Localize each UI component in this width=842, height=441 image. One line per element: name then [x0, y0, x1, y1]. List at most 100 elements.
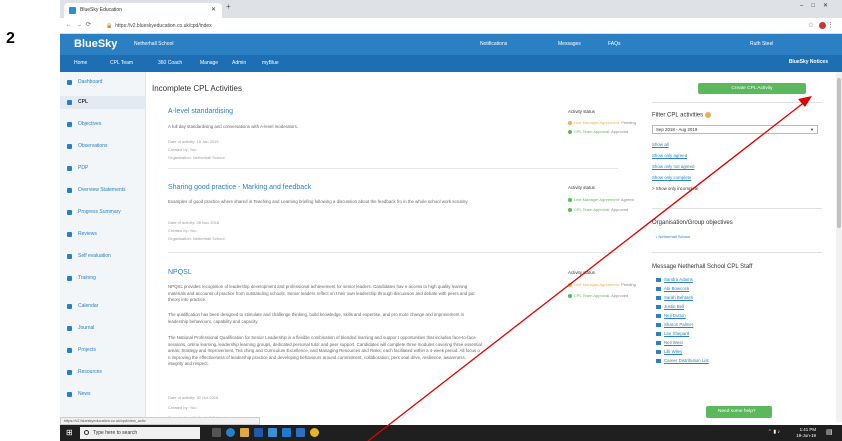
new-tab-button[interactable]: + [226, 2, 231, 11]
activity-title[interactable]: Sharing good practice - Marking and feed… [168, 184, 311, 191]
activity-description: NPQSL provides recognition of leadership… [168, 284, 475, 303]
scrollbar-thumb[interactable] [837, 78, 841, 228]
sidebar-item-dashboard[interactable]: Dashboard [60, 76, 146, 89]
filter-show-all[interactable]: Show all [652, 142, 669, 147]
sidebar-item-news[interactable]: News [60, 388, 146, 401]
objective-link[interactable]: • Netherhall School [656, 234, 690, 239]
sidebar: Dashboard CPL Objectives Observations PD… [60, 72, 146, 422]
sidebar-item-label: Objectives [78, 121, 102, 127]
nav-item-myblue[interactable]: myBlue [262, 60, 279, 66]
taskbar-clock[interactable]: 1:41 PM 19-Jun-19 [796, 427, 816, 439]
url-field[interactable]: 🔒 https://v2.blueskyeducation.co.uk/cpd/i… [106, 21, 786, 31]
user-menu[interactable]: Ruth Steel [750, 41, 773, 47]
messages-link[interactable]: Messages [558, 41, 581, 47]
school-name: Netherhall School [134, 41, 174, 47]
extension-icon[interactable] [819, 22, 826, 29]
sidebar-item-label: PDP [78, 165, 89, 171]
nav-item-cpl-team[interactable]: CPL Team [110, 60, 133, 66]
window-controls[interactable]: –□✕ [800, 2, 836, 9]
filter-show-agreed[interactable]: Show only agreed [652, 153, 687, 158]
windows-taskbar: ⊞ Type here to search ⌃ ▮ ♪ 1:41 PM 19-Ju… [60, 425, 842, 441]
sidebar-item-self-evaluation[interactable]: Self evaluation [60, 250, 146, 263]
store-icon[interactable] [254, 428, 263, 437]
envelope-icon [656, 322, 661, 327]
activity-description: The qualification has been designed to s… [168, 312, 465, 324]
bookmark-star-icon[interactable]: ☆ [808, 21, 814, 29]
browser-nav-icons[interactable]: ←→⟳ [66, 21, 95, 28]
staff-link[interactable]: Lee Shepard [656, 331, 689, 336]
news-icon [67, 392, 72, 397]
staff-link[interactable]: Career Distribution List [656, 358, 709, 363]
taskbar-search[interactable]: Type here to search [80, 427, 200, 439]
page-scrollbar[interactable] [836, 72, 842, 422]
notification-center-icon[interactable]: ▤ [826, 428, 836, 437]
browser-menu-icon[interactable]: ⋮ [827, 21, 834, 29]
sidebar-item-training[interactable]: Training [60, 272, 146, 285]
staff-link[interactable]: Neil West [656, 340, 683, 345]
activity-created-by: Created by: You [168, 405, 197, 410]
windows-start-icon[interactable]: ⊞ [66, 429, 74, 437]
status-heading: Activity status [568, 270, 595, 275]
sidebar-item-calendar[interactable]: Calendar [60, 300, 146, 313]
chrome-icon[interactable] [310, 428, 319, 437]
sidebar-item-overview-statements[interactable]: Overview Statements [60, 184, 146, 197]
sidebar-item-pdp[interactable]: PDP [60, 162, 146, 175]
browser-window: BlueSky Education ✕ + –□✕ ←→⟳ 🔒 https://v… [60, 0, 842, 441]
sidebar-item-objectives[interactable]: Objectives [60, 118, 146, 131]
activity-organisation: Organisation: Netherhall School [168, 236, 225, 241]
taskbar-search-placeholder: Type here to search [93, 430, 138, 436]
dashboard-icon [67, 80, 72, 85]
pending-icon [568, 120, 572, 125]
staff-link[interactable]: Sandra Adams [656, 277, 693, 282]
sidebar-item-reviews[interactable]: Reviews [60, 228, 146, 241]
close-tab-icon[interactable]: ✕ [211, 3, 216, 18]
filter-show-incomplete[interactable]: > Show only incomplete [652, 186, 699, 191]
sidebar-item-cpl[interactable]: CPL [60, 96, 146, 109]
task-view-icon[interactable] [212, 428, 221, 437]
sidebar-item-label: Self evaluation [78, 253, 111, 259]
system-tray-icons[interactable]: ⌃ ▮ ♪ [768, 429, 780, 435]
staff-link[interactable]: Sharon Palmer [656, 322, 693, 327]
envelope-icon [656, 295, 661, 300]
url-text: https://v2.blueskyeducation.co.uk/cpd/in… [115, 23, 212, 29]
envelope-icon [656, 277, 661, 282]
approved-icon [568, 293, 572, 298]
sidebar-item-progress-summary[interactable]: Progress Summary [60, 206, 146, 219]
bluesky-notices-link[interactable]: BlueSky Notices [789, 59, 828, 65]
word-icon[interactable] [296, 428, 305, 437]
filter-show-not-agreed[interactable]: Show only not agreed [652, 164, 694, 169]
sidebar-item-observations[interactable]: Observations [60, 140, 146, 153]
staff-link[interactable]: Abi Bowcock [656, 286, 689, 291]
sidebar-item-projects[interactable]: Projects [60, 344, 146, 357]
nav-item-home[interactable]: Home [74, 60, 87, 66]
envelope-icon [656, 331, 661, 336]
help-icon[interactable] [704, 112, 711, 118]
resources-icon [67, 370, 72, 375]
staff-link[interactable]: Sarah Behtash [656, 295, 693, 300]
filter-show-complete[interactable]: Show only complete [652, 175, 691, 180]
activity-title[interactable]: NPQSL [168, 269, 192, 276]
mail-icon[interactable] [268, 428, 277, 437]
edge-icon[interactable] [226, 428, 235, 437]
create-cpl-activity-button[interactable]: Create CPL Activity [698, 83, 806, 94]
date-range-select[interactable]: Sep 2018 - Aug 2019 ▼ [652, 125, 818, 134]
activity-created-by: Created by: You [168, 147, 197, 152]
nav-item-admin[interactable]: Admin [232, 60, 246, 66]
pdp-icon [67, 166, 72, 171]
staff-link[interactable]: Neil Dutton [656, 313, 686, 318]
faqs-link[interactable]: FAQs [608, 41, 621, 47]
staff-link[interactable]: Justin Bell [656, 304, 684, 309]
nav-item-360-coach[interactable]: 360 Coach [158, 60, 182, 66]
notifications-menu[interactable]: Notifications [480, 41, 507, 47]
browser-tab[interactable]: BlueSky Education ✕ [64, 3, 222, 18]
training-icon [67, 276, 72, 281]
staff-link[interactable]: Lilli Wiley [656, 349, 682, 354]
need-help-button[interactable]: Need some help? [706, 406, 772, 418]
nav-item-manage[interactable]: Manage [200, 60, 218, 66]
bluesky-logo[interactable]: BlueSky [74, 38, 117, 50]
sidebar-item-resources[interactable]: Resources [60, 366, 146, 379]
sidebar-item-journal[interactable]: Journal [60, 322, 146, 335]
outlook-icon[interactable] [282, 428, 291, 437]
file-explorer-icon[interactable] [240, 428, 249, 437]
activity-title[interactable]: A-level standardising [168, 108, 233, 115]
